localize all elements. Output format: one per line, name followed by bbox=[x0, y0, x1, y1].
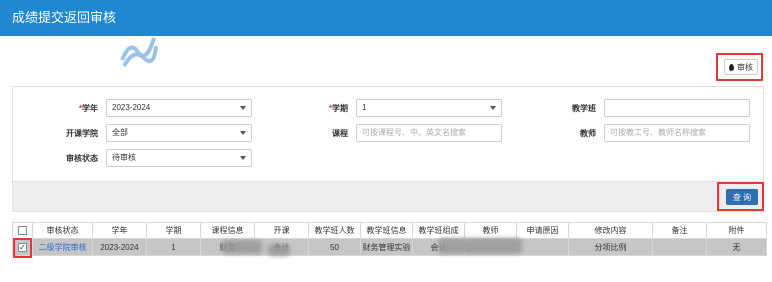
college-label: 开课学院 bbox=[66, 129, 98, 138]
query-button[interactable]: 查 询 bbox=[726, 189, 758, 205]
row-select-cell[interactable]: ✓ bbox=[12, 238, 33, 256]
cell-class-info: 财务管理实验 bbox=[360, 238, 413, 256]
select-all-cell[interactable] bbox=[12, 222, 33, 239]
course-label: 课程 bbox=[332, 129, 348, 138]
drop-icon bbox=[729, 63, 734, 71]
col-header[interactable]: 修改内容 bbox=[568, 222, 653, 239]
status-label: 审核状态 bbox=[66, 154, 98, 163]
col-header[interactable]: 教学班组成 bbox=[412, 222, 465, 239]
cell-change: 分项比例 bbox=[568, 238, 653, 256]
col-header[interactable]: 开课 bbox=[254, 222, 309, 239]
teacher-input[interactable]: 可按教工号、教师名称搜索 bbox=[604, 124, 750, 142]
chevron-down-icon bbox=[240, 106, 246, 110]
class-label: 教学班 bbox=[572, 104, 596, 113]
year-label: *学年 bbox=[78, 104, 98, 113]
cell-attachment: 无 bbox=[706, 238, 767, 256]
col-header[interactable]: 课程信息 bbox=[200, 222, 255, 239]
teacher-label: 教师 bbox=[580, 129, 596, 138]
col-header[interactable]: 教学班人数 bbox=[308, 222, 361, 239]
table-header-row: 审核状态 学年 学期 课程信息 开课 教学班人数 教学班信息 教学班组成 教师 … bbox=[12, 222, 767, 239]
col-header[interactable]: 学期 bbox=[146, 222, 201, 239]
col-header[interactable]: 申请原因 bbox=[516, 222, 569, 239]
cell-year: 2023-2024 bbox=[92, 238, 147, 256]
review-button-label: 审核 bbox=[737, 62, 753, 72]
cell-term: 1 bbox=[146, 238, 201, 256]
redaction-blur bbox=[268, 244, 290, 256]
redaction-blur bbox=[222, 240, 262, 254]
col-header[interactable]: 教师 bbox=[464, 222, 517, 239]
cell-remark bbox=[652, 238, 707, 256]
col-header[interactable]: 学年 bbox=[92, 222, 147, 239]
col-header[interactable]: 备注 bbox=[652, 222, 707, 239]
col-header[interactable]: 教学班信息 bbox=[360, 222, 413, 239]
term-label: *学期 bbox=[328, 104, 348, 113]
cell-count: 50 bbox=[308, 238, 361, 256]
cell-reason bbox=[516, 238, 569, 256]
redaction-blur bbox=[438, 238, 522, 254]
chevron-down-icon bbox=[490, 106, 496, 110]
row-checkbox[interactable]: ✓ bbox=[18, 242, 27, 252]
class-input[interactable] bbox=[604, 99, 750, 117]
select-all-checkbox[interactable] bbox=[18, 226, 27, 236]
chevron-down-icon bbox=[240, 131, 246, 135]
check-icon: ✓ bbox=[19, 242, 26, 252]
course-input[interactable]: 可按课程号、中、英文名搜索 bbox=[356, 124, 502, 142]
col-header[interactable]: 附件 bbox=[706, 222, 767, 239]
year-select[interactable]: 2023-2024 bbox=[106, 99, 252, 117]
title-bar: 成绩提交返回审核 bbox=[0, 0, 772, 36]
term-select[interactable]: 1 bbox=[356, 99, 502, 117]
status-select[interactable]: 待审核 bbox=[106, 149, 252, 167]
chevron-down-icon bbox=[240, 156, 246, 160]
result-table: 审核状态 学年 学期 课程信息 开课 教学班人数 教学班信息 教学班组成 教师 … bbox=[12, 222, 767, 256]
col-header[interactable]: 审核状态 bbox=[32, 222, 93, 239]
college-select[interactable]: 全部 bbox=[106, 124, 252, 142]
query-bar bbox=[12, 182, 764, 212]
review-button[interactable]: 审核 bbox=[724, 59, 758, 75]
status-link[interactable]: 二级学院审核 bbox=[32, 238, 93, 256]
scribble-mark bbox=[120, 37, 158, 68]
page-title: 成绩提交返回审核 bbox=[12, 10, 117, 25]
table-row[interactable]: ✓ 二级学院审核 2023-2024 1 财务 会计 50 财务管理实验 会计 … bbox=[12, 238, 767, 256]
